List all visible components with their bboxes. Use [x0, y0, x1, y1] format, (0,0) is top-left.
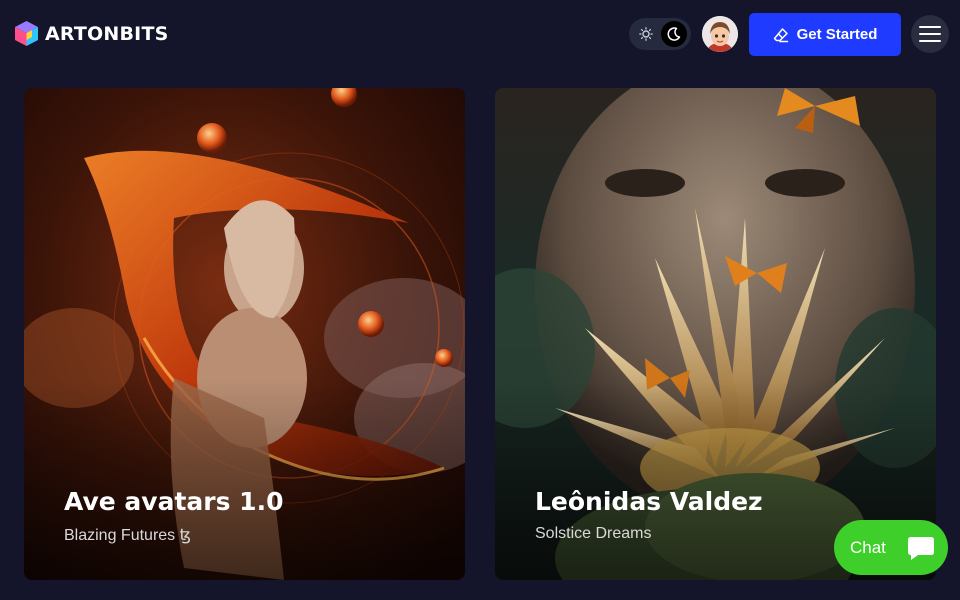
nft-card[interactable]: Ave avatars 1.0 Blazing Futures ꜩ [24, 88, 465, 580]
cube-logo-icon [15, 21, 38, 46]
user-avatar[interactable] [702, 16, 738, 52]
nft-card[interactable]: Leônidas Valdez Solstice Dreams [495, 88, 936, 580]
brand-name: ARTONBITS [45, 22, 169, 45]
theme-toggle[interactable] [629, 18, 691, 50]
menu-icon [919, 26, 941, 28]
get-started-button[interactable]: Get Started [749, 13, 901, 56]
card-subtitle: Solstice Dreams [535, 525, 652, 542]
hamburger-menu-button[interactable] [911, 15, 949, 53]
card-subtitle: Blazing Futures ꜩ [64, 527, 191, 544]
sun-icon[interactable] [637, 25, 655, 43]
chat-label: Chat [850, 537, 886, 557]
eraser-icon [773, 27, 788, 42]
get-started-label: Get Started [796, 26, 878, 43]
brand-logo[interactable]: ARTONBITS [14, 20, 169, 47]
chat-bubble-icon [908, 537, 934, 560]
chat-button[interactable]: Chat [834, 520, 948, 575]
moon-icon[interactable] [661, 21, 687, 47]
card-title[interactable]: Ave avatars 1.0 [64, 487, 283, 516]
card-title[interactable]: Leônidas Valdez [535, 487, 763, 516]
top-navigation: ARTONBITS Get Started [0, 0, 960, 70]
